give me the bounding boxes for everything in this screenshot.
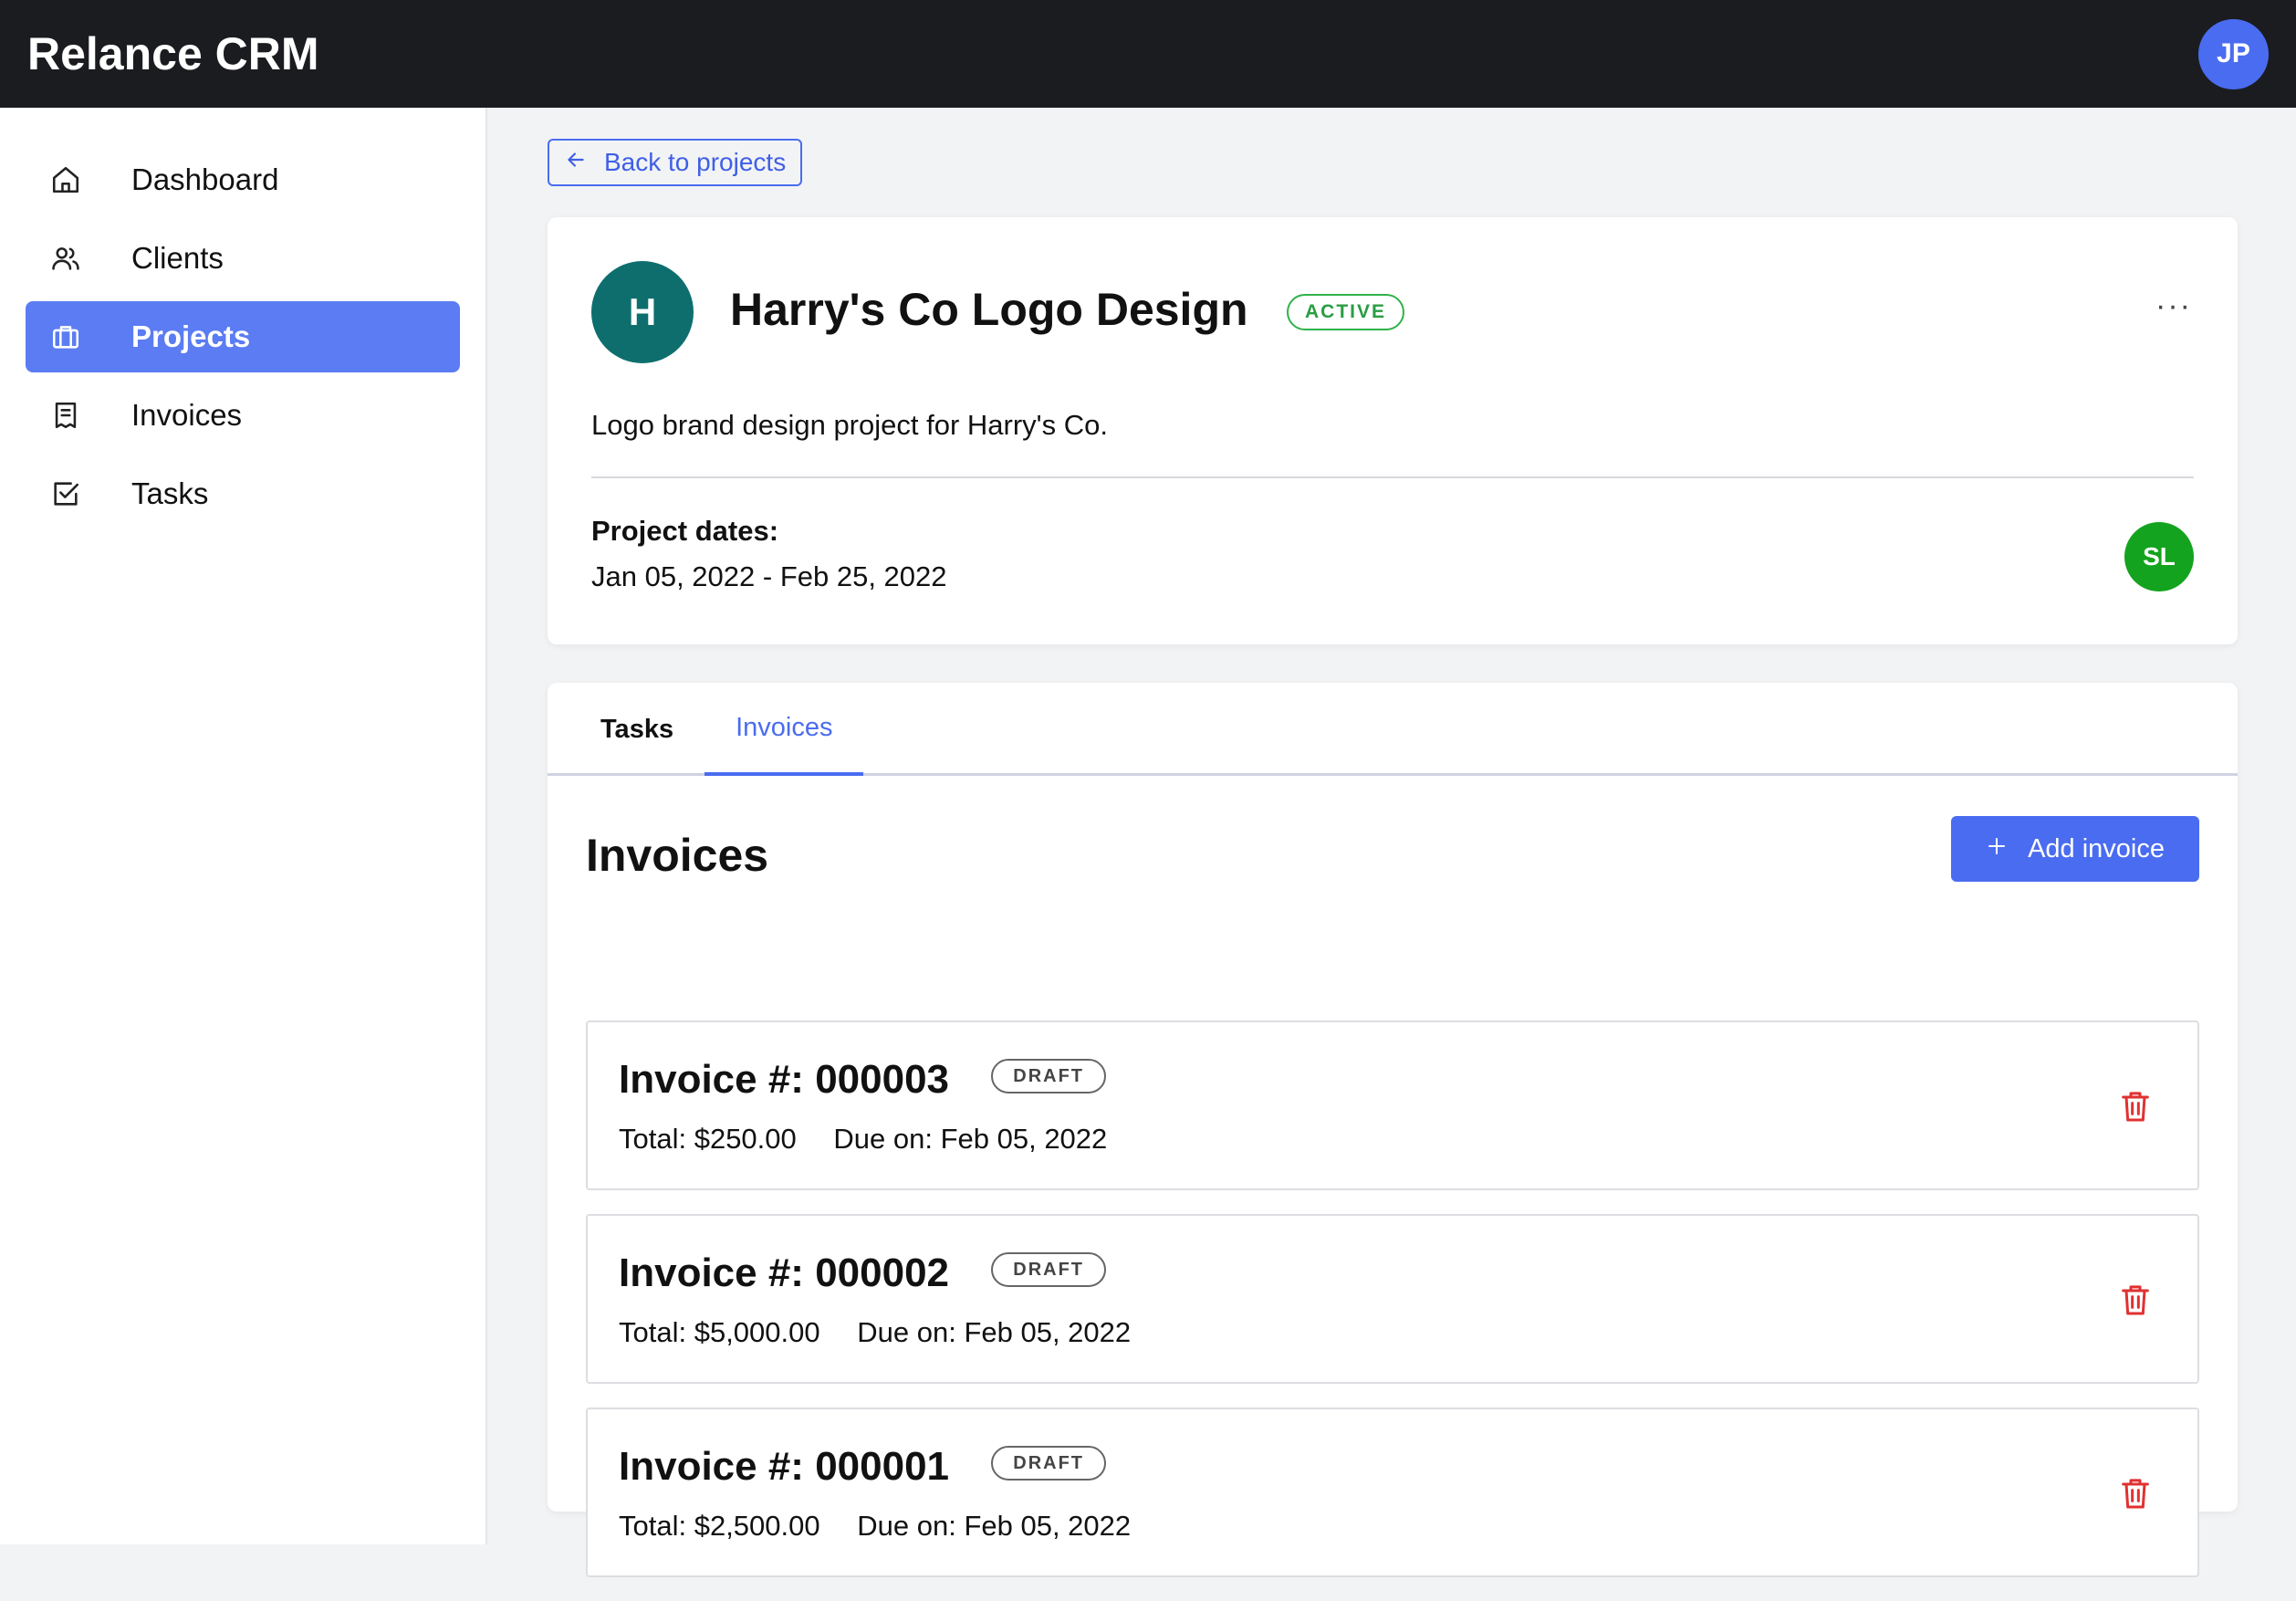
invoice-total: Total: $250.00 [619,1123,797,1155]
project-title: Harry's Co Logo Design [730,284,1248,335]
sidebar-item-label: Clients [131,241,224,275]
more-options-icon[interactable]: ··· [2155,288,2192,324]
briefcase-icon [47,319,84,355]
arrow-left-icon [564,148,588,178]
sidebar-item-invoices[interactable]: Invoices [26,380,460,451]
checkbox-icon [47,476,84,512]
user-avatar[interactable]: JP [2198,18,2269,89]
invoice-due-date: Due on: Feb 05, 2022 [833,1123,1108,1155]
home-icon [47,162,84,198]
project-dates-label: Project dates: [591,515,779,547]
users-icon [47,240,84,277]
invoice-title-row: Invoice #: 000002 DRAFT [619,1250,1107,1296]
status-badge: ACTIVE [1287,294,1405,330]
tab-tasks[interactable]: Tasks [548,683,704,776]
main-content: Back to projects H Harry's Co Logo Desig… [487,108,2296,1577]
add-invoice-button[interactable]: Add invoice [1951,816,2199,882]
delete-invoice-icon[interactable] [2117,1475,2154,1512]
top-bar: Relance CRM JP [0,0,2296,108]
tab-bar: Tasks Invoices [548,683,2238,776]
invoice-number: Invoice #: 000002 [619,1250,950,1295]
invoice-number: Invoice #: 000001 [619,1444,950,1489]
app-title: Relance CRM [27,28,319,79]
invoice-meta: Total: $5,000.00 Due on: Feb 05, 2022 [619,1316,1131,1349]
invoice-list: Invoice #: 000003 DRAFT Total: $250.00 D… [586,1020,2199,1601]
invoice-total: Total: $2,500.00 [619,1510,820,1542]
assignee-avatar[interactable]: SL [2124,522,2194,591]
project-avatar: H [591,261,694,363]
plus-icon [1986,834,2008,864]
status-badge: DRAFT [991,1059,1107,1094]
back-to-projects-button[interactable]: Back to projects [548,139,803,186]
project-tabs-card: Tasks Invoices Invoices Add invoice Invo… [548,683,2238,1577]
add-invoice-label: Add invoice [2028,833,2165,863]
sidebar-item-dashboard[interactable]: Dashboard [26,144,460,215]
sidebar-item-projects[interactable]: Projects [26,301,460,372]
invoice-title-row: Invoice #: 000003 DRAFT [619,1057,1107,1103]
sidebar-item-label: Invoices [131,398,243,432]
delete-invoice-icon[interactable] [2117,1088,2154,1125]
invoice-number: Invoice #: 000003 [619,1057,950,1102]
project-dates-value: Jan 05, 2022 - Feb 25, 2022 [591,560,947,592]
sidebar-item-label: Projects [131,319,251,353]
sidebar-item-label: Tasks [131,476,209,510]
divider [591,476,2194,478]
invoice-item[interactable]: Invoice #: 000001 DRAFT Total: $2,500.00… [586,1407,2199,1577]
invoice-item[interactable]: Invoice #: 000002 DRAFT Total: $5,000.00… [586,1214,2199,1384]
project-card: H Harry's Co Logo Design ACTIVE ··· Logo… [548,217,2238,644]
back-button-label: Back to projects [604,148,787,176]
invoice-total: Total: $5,000.00 [619,1316,820,1348]
sidebar-item-clients[interactable]: Clients [26,223,460,294]
sidebar-item-label: Dashboard [131,162,279,196]
invoice-meta: Total: $2,500.00 Due on: Feb 05, 2022 [619,1510,1131,1543]
invoice-due-date: Due on: Feb 05, 2022 [857,1510,1132,1542]
invoice-item[interactable]: Invoice #: 000003 DRAFT Total: $250.00 D… [586,1020,2199,1190]
tab-invoices[interactable]: Invoices [704,683,864,776]
receipt-icon [47,397,84,434]
invoices-heading: Invoices [586,830,769,881]
sidebar-item-tasks[interactable]: Tasks [26,458,460,529]
invoice-meta: Total: $250.00 Due on: Feb 05, 2022 [619,1123,1107,1156]
status-badge: DRAFT [991,1446,1107,1481]
project-description: Logo brand design project for Harry's Co… [591,409,1108,441]
status-badge: DRAFT [991,1252,1107,1288]
invoice-title-row: Invoice #: 000001 DRAFT [619,1444,1107,1490]
invoice-due-date: Due on: Feb 05, 2022 [857,1316,1132,1348]
sidebar: Dashboard Clients Projects Invoices Task… [0,108,487,1544]
delete-invoice-icon[interactable] [2117,1282,2154,1318]
